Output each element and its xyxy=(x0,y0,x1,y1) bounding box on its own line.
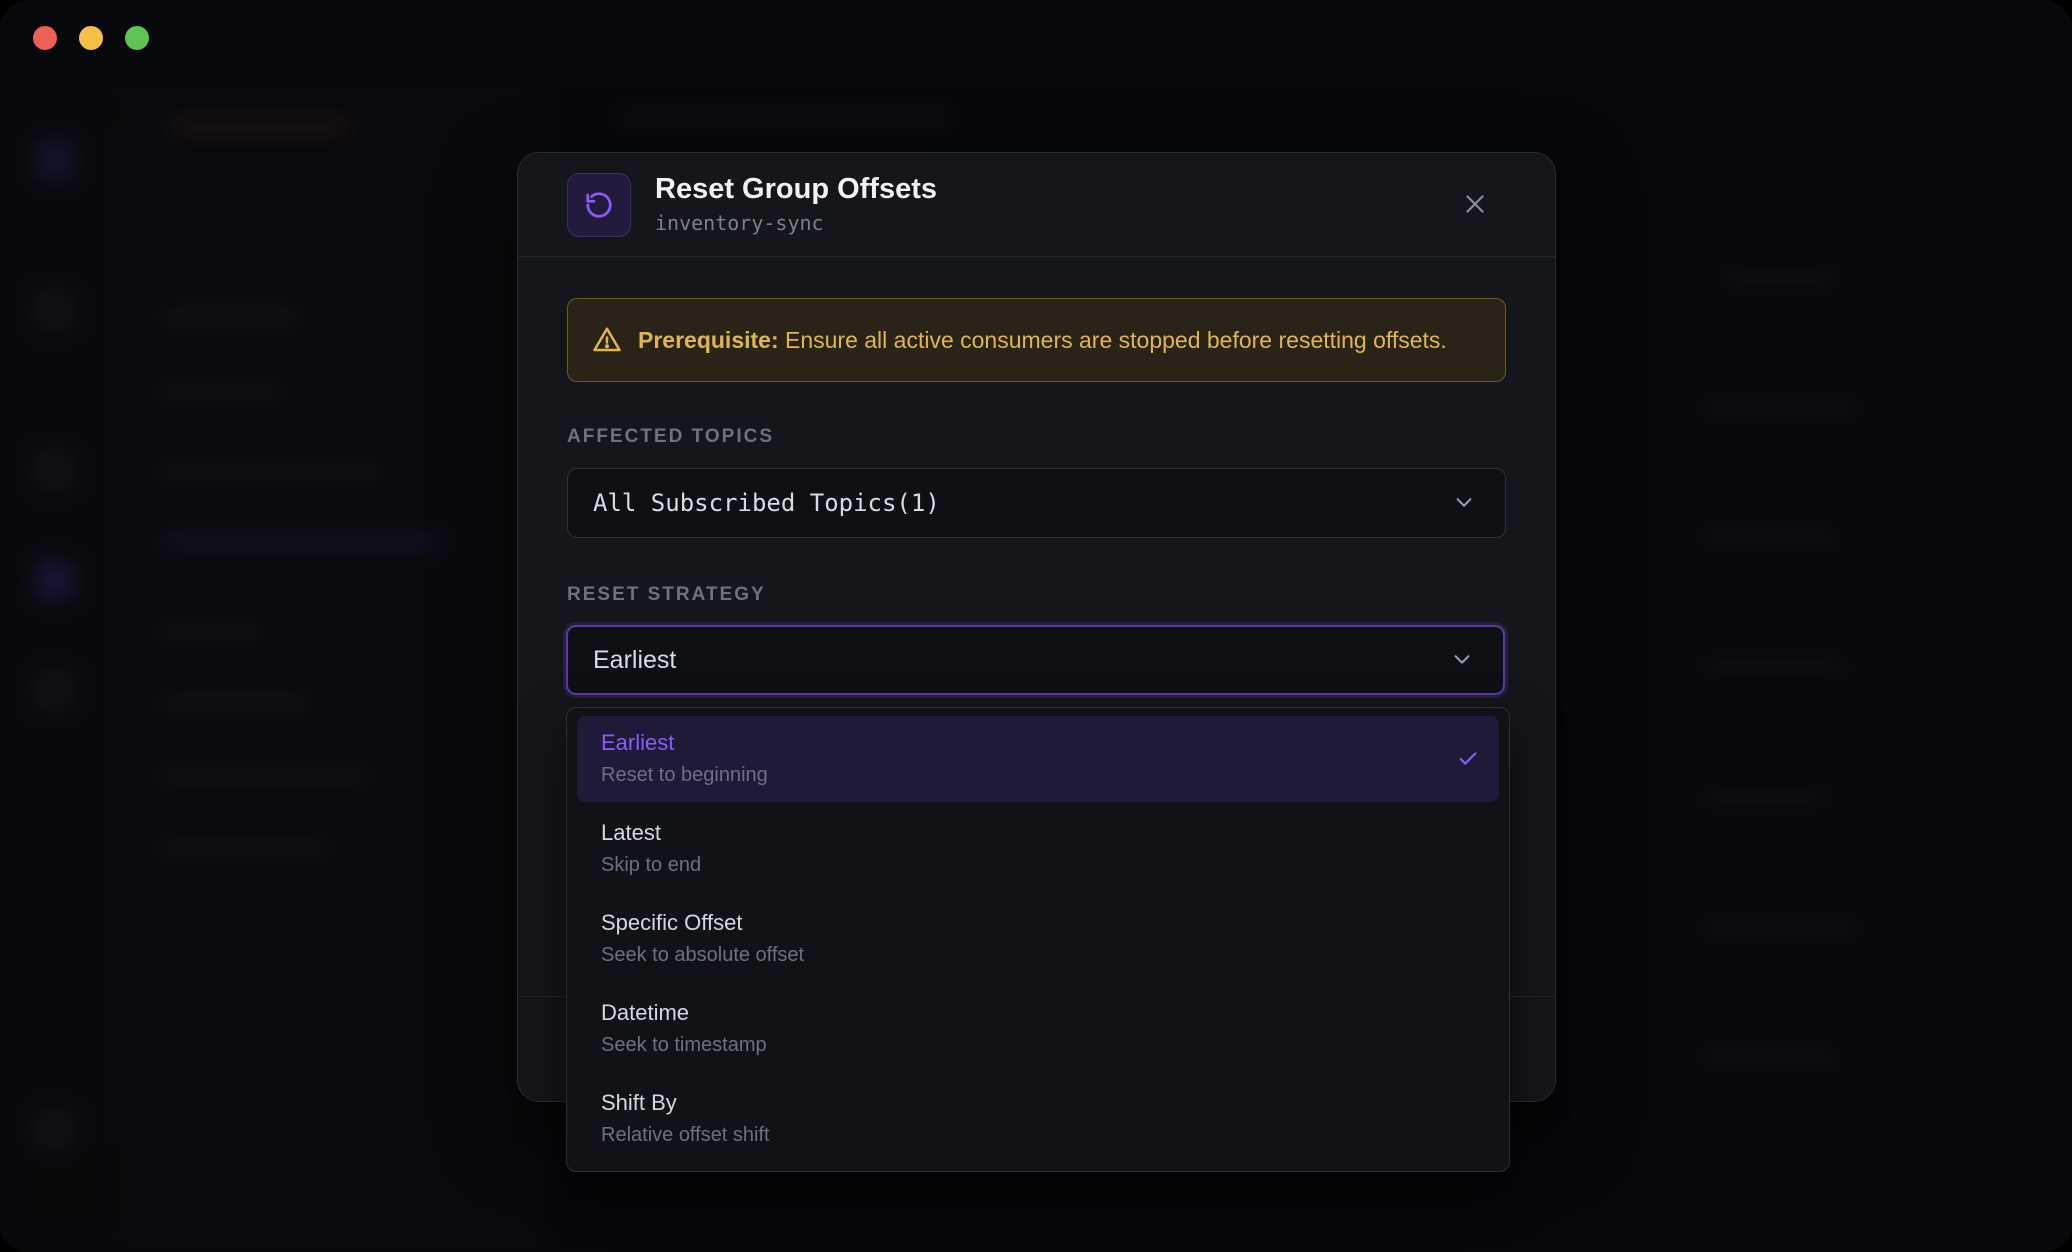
reset-strategy-select[interactable]: Earliest xyxy=(566,625,1505,695)
option-latest[interactable]: Latest Skip to end xyxy=(577,806,1499,892)
option-shift-by[interactable]: Shift By Relative offset shift xyxy=(577,1076,1499,1162)
reset-strategy-dropdown: Earliest Reset to beginning Latest Skip … xyxy=(566,707,1510,1172)
option-description: Skip to end xyxy=(601,854,702,876)
affected-topics-label: AFFECTED TOPICS xyxy=(567,426,774,447)
option-earliest[interactable]: Earliest Reset to beginning xyxy=(577,716,1499,802)
prerequisite-warning: Prerequisite: Ensure all active consumer… xyxy=(567,298,1506,382)
option-name: Shift By xyxy=(601,1090,677,1115)
option-description: Reset to beginning xyxy=(601,764,768,786)
background-rail xyxy=(0,80,110,1252)
modal-title: Reset Group Offsets xyxy=(655,173,937,205)
warning-strong: Prerequisite: xyxy=(638,326,779,353)
reset-icon xyxy=(567,173,631,237)
background-sidebar xyxy=(110,80,550,1252)
option-name: Datetime xyxy=(601,1000,690,1025)
warning-message: Ensure all active consumers are stopped … xyxy=(778,326,1447,353)
affected-topics-select[interactable]: All Subscribed Topics(1) xyxy=(567,468,1506,538)
option-description: Seek to timestamp xyxy=(601,1034,767,1056)
warning-text: Prerequisite: Ensure all active consumer… xyxy=(638,327,1447,354)
chevron-down-icon xyxy=(1454,655,1470,664)
option-description: Relative offset shift xyxy=(601,1124,770,1146)
window-close-button[interactable] xyxy=(33,26,57,50)
close-icon[interactable] xyxy=(1458,187,1492,221)
app-window: Reset Group Offsets inventory-sync Prere… xyxy=(0,0,2072,1252)
modal-header: Reset Group Offsets inventory-sync xyxy=(518,153,1555,257)
option-name: Latest xyxy=(601,820,661,845)
option-specific-offset[interactable]: Specific Offset Seek to absolute offset xyxy=(577,896,1499,982)
option-name: Earliest xyxy=(601,730,675,755)
alert-triangle-icon xyxy=(593,327,621,352)
modal-subtitle: inventory-sync xyxy=(655,211,824,235)
affected-topics-value: All Subscribed Topics(1) xyxy=(593,489,940,517)
window-minimize-button[interactable] xyxy=(79,26,103,50)
chevron-down-icon xyxy=(1456,498,1472,507)
option-name: Specific Offset xyxy=(601,910,743,935)
reset-strategy-label: RESET STRATEGY xyxy=(567,584,766,605)
check-icon xyxy=(1459,752,1477,765)
option-description: Seek to absolute offset xyxy=(601,944,805,966)
window-maximize-button[interactable] xyxy=(125,26,149,50)
reset-strategy-value: Earliest xyxy=(593,646,677,674)
option-datetime[interactable]: Datetime Seek to timestamp xyxy=(577,986,1499,1072)
